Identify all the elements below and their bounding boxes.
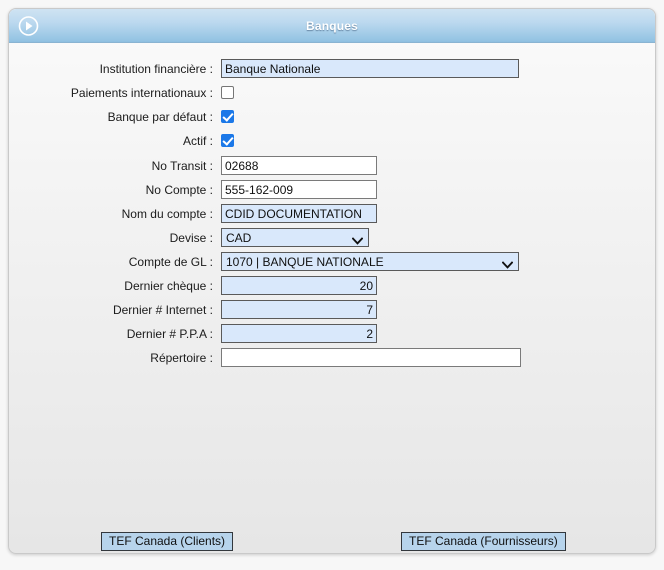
compte-de-gl-select[interactable]: 1070 | BANQUE NATIONALE [221, 252, 519, 271]
label-compte-de-gl: Compte de GL : [128, 254, 213, 269]
chevron-down-icon [501, 258, 514, 269]
no-compte-input[interactable] [221, 180, 377, 199]
compte-de-gl-selected-value: 1070 | BANQUE NATIONALE [226, 254, 384, 269]
form-row-repertoire: Répertoire : [9, 346, 655, 369]
label-no-transit: No Transit : [151, 158, 213, 173]
label-institution: Institution financière : [99, 61, 213, 76]
circle-arrow-right-icon[interactable] [18, 15, 39, 36]
banque-par-defaut-checkbox[interactable] [221, 110, 234, 123]
label-no-compte: No Compte : [145, 182, 213, 197]
label-nom-du-compte: Nom du compte : [121, 206, 213, 221]
form-row-devise: Devise : CAD [9, 226, 655, 249]
form-row-no-transit: No Transit : [9, 154, 655, 177]
form-row-dernier-cheque: Dernier chèque : [9, 274, 655, 297]
paiements-internationaux-checkbox[interactable] [221, 86, 234, 99]
form-row-dernier-ppa: Dernier # P.P.A : [9, 322, 655, 345]
form-row-banque-par-defaut: Banque par défaut : [9, 105, 655, 128]
label-devise: Devise : [169, 230, 213, 245]
devise-select[interactable]: CAD [221, 228, 369, 247]
form-row-dernier-internet: Dernier # Internet : [9, 298, 655, 321]
tef-canada-clients-button[interactable]: TEF Canada (Clients) [101, 532, 234, 551]
actif-checkbox[interactable] [221, 134, 234, 147]
no-transit-input[interactable] [221, 156, 377, 175]
form-row-nom-du-compte: Nom du compte : [9, 202, 655, 225]
banques-window: Banques Institution financière : Paiemen… [8, 8, 656, 554]
window-body: Institution financière : Paiements inter… [9, 43, 655, 553]
nom-du-compte-input[interactable] [221, 204, 377, 223]
devise-selected-value: CAD [226, 230, 252, 245]
label-dernier-cheque: Dernier chèque : [124, 278, 213, 293]
label-paiements-internationaux: Paiements internationaux : [70, 85, 213, 100]
institution-financiere-input[interactable] [221, 59, 519, 78]
tef-button-row: TEF Canada (Clients) TEF Canada (Fournis… [9, 532, 655, 552]
form-row-no-compte: No Compte : [9, 178, 655, 201]
banque-form: Institution financière : Paiements inter… [9, 43, 655, 369]
repertoire-input[interactable] [221, 348, 521, 367]
label-actif: Actif : [182, 133, 213, 148]
form-row-compte-de-gl: Compte de GL : 1070 | BANQUE NATIONALE [9, 250, 655, 273]
form-row-actif: Actif : [9, 129, 655, 152]
label-dernier-internet: Dernier # Internet : [112, 302, 213, 317]
page-title: Banques [305, 18, 359, 33]
label-repertoire: Répertoire : [150, 350, 213, 365]
dernier-internet-input[interactable] [221, 300, 377, 319]
label-dernier-ppa: Dernier # P.P.A : [126, 326, 213, 341]
chevron-down-icon [351, 234, 364, 245]
form-row-institution: Institution financière : [9, 57, 655, 80]
window-titlebar: Banques [9, 9, 655, 43]
label-banque-par-defaut: Banque par défaut : [107, 109, 213, 124]
tef-canada-fournisseurs-button[interactable]: TEF Canada (Fournisseurs) [401, 532, 566, 551]
form-row-paiements-internationaux: Paiements internationaux : [9, 81, 655, 104]
dernier-ppa-input[interactable] [221, 324, 377, 343]
dernier-cheque-input[interactable] [221, 276, 377, 295]
